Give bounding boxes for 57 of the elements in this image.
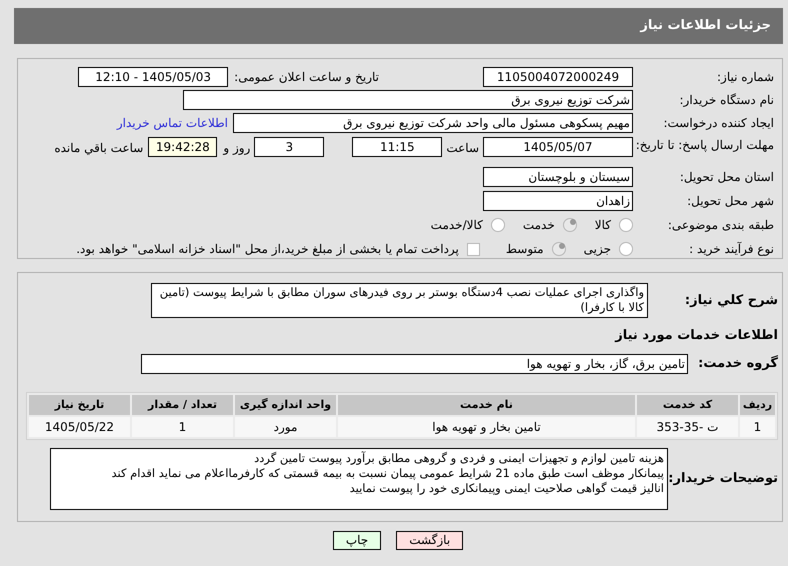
date-field[interactable]: 1405/05/07: [483, 137, 633, 157]
table-cell: ت -35-353: [637, 417, 738, 437]
checkbox[interactable]: [466, 242, 480, 256]
table-cell: 1405/05/22: [29, 417, 130, 437]
contact-link[interactable]: اطلاعات تماس خریدار: [116, 114, 228, 132]
section-label: شرح كلي نياز:: [684, 293, 778, 308]
column-header: ردیف: [740, 395, 775, 415]
radio-button[interactable]: [490, 218, 505, 232]
column-header: نام خدمت: [338, 395, 635, 415]
field-label: روز و: [223, 141, 250, 155]
text-field[interactable]: تامین برق، گاز، بخار و تهویه هوا: [141, 354, 688, 374]
option-label: کالا: [594, 217, 611, 234]
radio-button[interactable]: [562, 218, 577, 232]
page-title: جزئیات اطلاعات نیاز: [640, 17, 771, 36]
countdown-field: 19:42:28: [148, 137, 218, 157]
field-label: شماره نیاز:: [717, 70, 774, 84]
time-field[interactable]: 11:15: [352, 137, 442, 157]
days-field[interactable]: 3: [254, 137, 324, 157]
text-field[interactable]: مهیم پسکوهی مسئول مالی واحد شرکت توزیع نیروی برق: [233, 113, 633, 133]
section-heading: اطلاعات خدمات مورد نیاز: [615, 328, 778, 343]
description-field[interactable]: واگذاری اجرای عملیات نصب 4دستگاه بوستر بر روی فیدرهای سوران مطابق با شرایط پیوست (تامین کالا با کارفرا): [151, 283, 648, 318]
checkbox-label: پرداخت تمام یا بخشی از مبلغ خرید،از محل "اسناد خزانه اسلامی" خواهد بود.: [76, 241, 459, 258]
text-field[interactable]: شرکت توزیع نیروی برق: [183, 90, 633, 110]
field-label: تاریخ و ساعت اعلان عمومی:: [234, 69, 379, 86]
option-label: کالا/خدمت: [430, 217, 483, 234]
field-label: ایجاد کننده درخواست:: [663, 116, 774, 130]
section-label: گروه خدمت:: [698, 356, 778, 372]
column-header: تاریخ نیاز: [29, 395, 130, 415]
field-label: استان محل تحویل:: [680, 170, 774, 184]
option-label: جزیی: [584, 241, 611, 258]
section-label: توضیحات خریدار:: [668, 471, 778, 486]
table-cell: 1: [132, 417, 233, 437]
column-header: تعداد / مقدار: [132, 395, 233, 415]
text-field[interactable]: 1105004072000249: [483, 67, 633, 87]
column-header: واحد اندازه گیری: [235, 395, 336, 415]
table-cell: تامین بخار و تهویه هوا: [338, 417, 635, 437]
notes-field[interactable]: هزینه تامین لوازم و تجهیزات ایمنی و فردی و گروهی مطابق برآورد پیوست تامین گردد پیمانکار موظف است طبق ماده 21 شرایط عمومی پیمان نسبت به بیمه قسمتی که کارفرمااعلام می نماید اقدام کند انالیز قیمت گواهی صلاحیت ایمنی وپیمانکاری خود را پیوست نمایید: [50, 448, 668, 510]
radio-button[interactable]: [619, 242, 633, 256]
field-label: طبقه بندی موضوعی:: [668, 218, 774, 232]
option-label: خدمت: [522, 217, 555, 234]
radio-button[interactable]: [552, 242, 566, 256]
table-cell: مورد: [235, 417, 336, 437]
option-label: متوسط: [506, 241, 544, 258]
text-field[interactable]: سیستان و بلوچستان: [483, 167, 633, 187]
back-button[interactable]: بازگشت: [396, 531, 464, 550]
field-label: شهر محل تحویل:: [687, 194, 774, 208]
print-button[interactable]: چاپ: [332, 531, 382, 550]
field-label: ساعت باقي مانده: [54, 141, 144, 155]
field-label: مهلت ارسال پاسخ: تا تاریخ:: [636, 138, 774, 152]
text-field[interactable]: زاهدان: [483, 191, 633, 211]
table-cell: 1: [740, 417, 775, 437]
radio-button[interactable]: [619, 218, 633, 232]
column-header: کد خدمت: [637, 395, 738, 415]
text-field[interactable]: 1405/05/03 - 12:10: [78, 67, 228, 87]
field-label: نوع فرآیند خرید :: [689, 242, 774, 256]
field-label: ساعت: [446, 141, 479, 155]
field-label: نام دستگاه خریدار:: [680, 93, 774, 107]
